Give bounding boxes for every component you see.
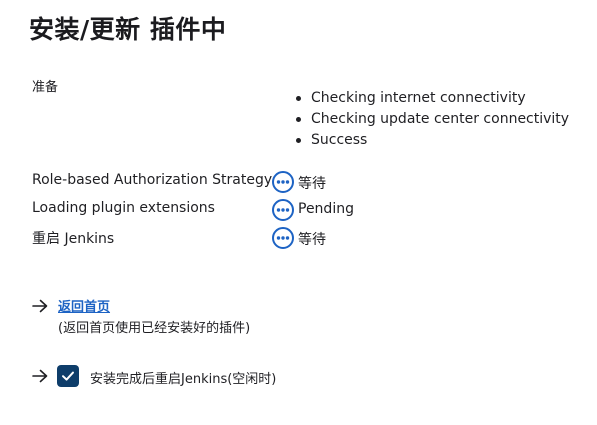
plugin-row-role-based-auth: Role-based Authorization Strategy 等待	[32, 170, 572, 194]
plugin-status: Pending	[298, 201, 354, 217]
check-item-result: Success	[294, 130, 569, 151]
arrow-right-icon	[32, 369, 48, 383]
plugin-name: Loading plugin extensions	[32, 200, 215, 216]
restart-when-idle-label[interactable]: 安装完成后重启Jenkins(空闲时)	[90, 368, 276, 387]
pending-icon	[272, 227, 294, 249]
plugin-name: 重启 Jenkins	[32, 231, 115, 247]
page-title: 安装/更新 插件中	[29, 15, 227, 44]
preparation-label: 准备	[32, 80, 59, 95]
pending-icon	[272, 199, 294, 221]
check-item-internet: Checking internet connectivity	[294, 88, 569, 109]
checkmark-icon	[62, 371, 74, 381]
home-link-row: 返回首页 (返回首页使用已经安装好的插件)	[32, 296, 332, 340]
check-item-update-center: Checking update center connectivity	[294, 109, 569, 130]
restart-when-idle-checkbox[interactable]	[57, 365, 79, 387]
plugin-name: Role-based Authorization Strategy	[32, 172, 273, 188]
plugin-status: 等待	[298, 232, 326, 248]
return-home-link[interactable]: 返回首页	[58, 296, 110, 315]
connectivity-check-list: Checking internet connectivity Checking …	[294, 88, 569, 151]
restart-option-row: 安装完成后重启Jenkins(空闲时)	[32, 364, 332, 388]
arrow-right-icon	[32, 299, 48, 313]
return-home-note: (返回首页使用已经安装好的插件)	[58, 321, 251, 336]
plugin-row-loading-extensions: Loading plugin extensions Pending	[32, 198, 572, 222]
plugin-status: 等待	[298, 176, 326, 192]
pending-icon	[272, 171, 294, 193]
plugin-row-restart-jenkins: 重启 Jenkins 等待	[32, 226, 572, 250]
